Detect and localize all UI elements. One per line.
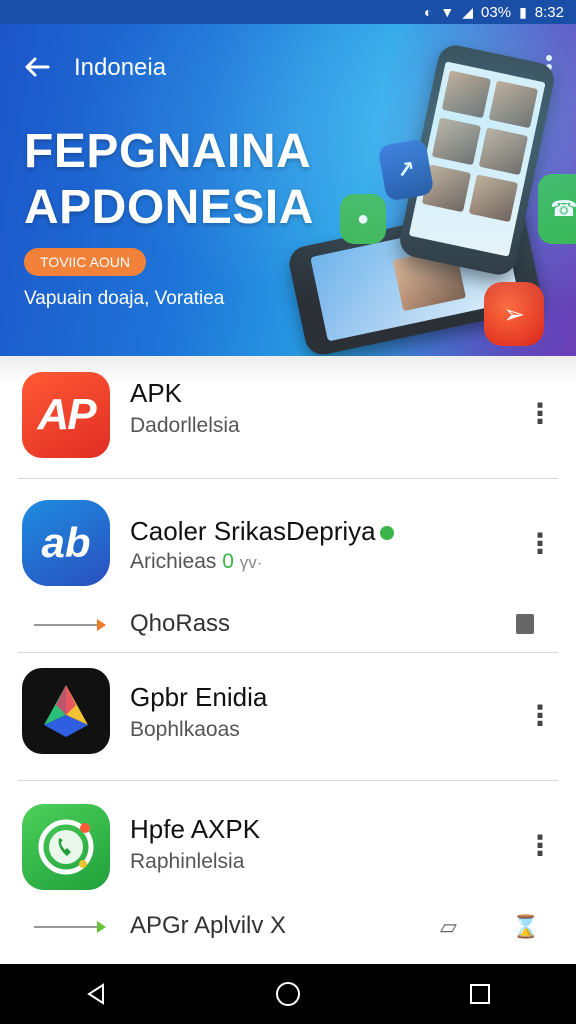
app-title-row: Caoler SrikasDepriya (130, 516, 394, 547)
app-title[interactable]: APK (130, 378, 182, 409)
app-title[interactable]: Caoler SrikasDepriya (130, 516, 376, 546)
progress-arrow-icon (34, 619, 106, 631)
clock: 8:32 (534, 3, 564, 21)
ab-app-icon[interactable]: ab (22, 500, 110, 586)
app-subtitle: Dadorllelsia (130, 414, 240, 437)
more-vert-icon[interactable]: ⋮ (526, 698, 554, 734)
more-vert-icon[interactable]: ⋮ (526, 526, 554, 562)
app-title[interactable]: Hpfe AXPK (130, 814, 260, 845)
status-indicator: 0 (222, 550, 234, 573)
compass-app-badge-icon: ➢ (484, 282, 544, 346)
hourglass-icon[interactable]: ⌛ (512, 914, 539, 940)
do-not-disturb-icon: ◐ (423, 4, 433, 20)
battery-icon: ▮ (519, 3, 527, 20)
app-subtitle-tail: γv· (239, 553, 263, 572)
recents-nav-icon[interactable] (450, 964, 510, 1024)
wifi-icon: ▼ (440, 4, 455, 20)
app-subtitle: Arichieas (130, 550, 217, 573)
app-subtitle: Bophlkaoas (130, 718, 240, 741)
page-title: Indoneia (74, 54, 167, 81)
phone-app-badge-icon: ☎ (538, 174, 576, 244)
home-nav-icon[interactable] (258, 964, 318, 1024)
apk-app-icon[interactable]: AP (22, 372, 110, 458)
chat-app-badge-icon: ● (340, 194, 386, 244)
screen: ◐ ▼ ◢ 03% ▮ 8:32 Indoneia ↗ ● ☎ ➢ FEPGNA… (0, 0, 576, 1024)
status-bar: ◐ ▼ ◢ 03% ▮ 8:32 (0, 0, 576, 24)
hero-pill-button[interactable]: TOVIIC AOUN (24, 248, 146, 276)
verified-badge-icon (379, 526, 394, 541)
hero-subtitle: Vapuain doaja, Voratiea (24, 288, 225, 309)
app-subtitle-row: Arichieas 0 γv· (130, 550, 262, 574)
back-nav-icon[interactable] (66, 964, 126, 1024)
divider (18, 780, 558, 781)
signal-icon: ◢ (462, 3, 474, 20)
app-title[interactable]: Gpbr Enidia (130, 682, 267, 713)
hero-banner: Indoneia ↗ ● ☎ ➢ FEPGNAINA APDONESIA TOV… (0, 24, 576, 356)
prism-app-icon[interactable] (22, 668, 110, 754)
bell-icon[interactable]: ▱ (440, 914, 457, 940)
divider (18, 478, 558, 479)
stop-icon[interactable] (516, 614, 534, 634)
progress-arrow-icon (34, 921, 106, 933)
back-arrow-icon[interactable] (22, 52, 52, 82)
battery-percent: 03% (481, 3, 512, 21)
more-vert-icon[interactable]: ⋮ (526, 396, 554, 432)
more-vert-icon[interactable]: ⋮ (526, 828, 554, 864)
sub-row-label[interactable]: APGr Aplvilv X (130, 912, 286, 940)
app-subtitle: Raphinlelsia (130, 850, 245, 873)
divider (18, 652, 558, 653)
hero-headline: FEPGNAINA APDONESIA (24, 125, 314, 234)
chart-app-badge-icon: ↗ (377, 138, 435, 202)
sub-row-label[interactable]: QhoRass (130, 610, 230, 638)
navigation-bar (0, 964, 576, 1024)
call-app-icon[interactable] (22, 804, 110, 890)
